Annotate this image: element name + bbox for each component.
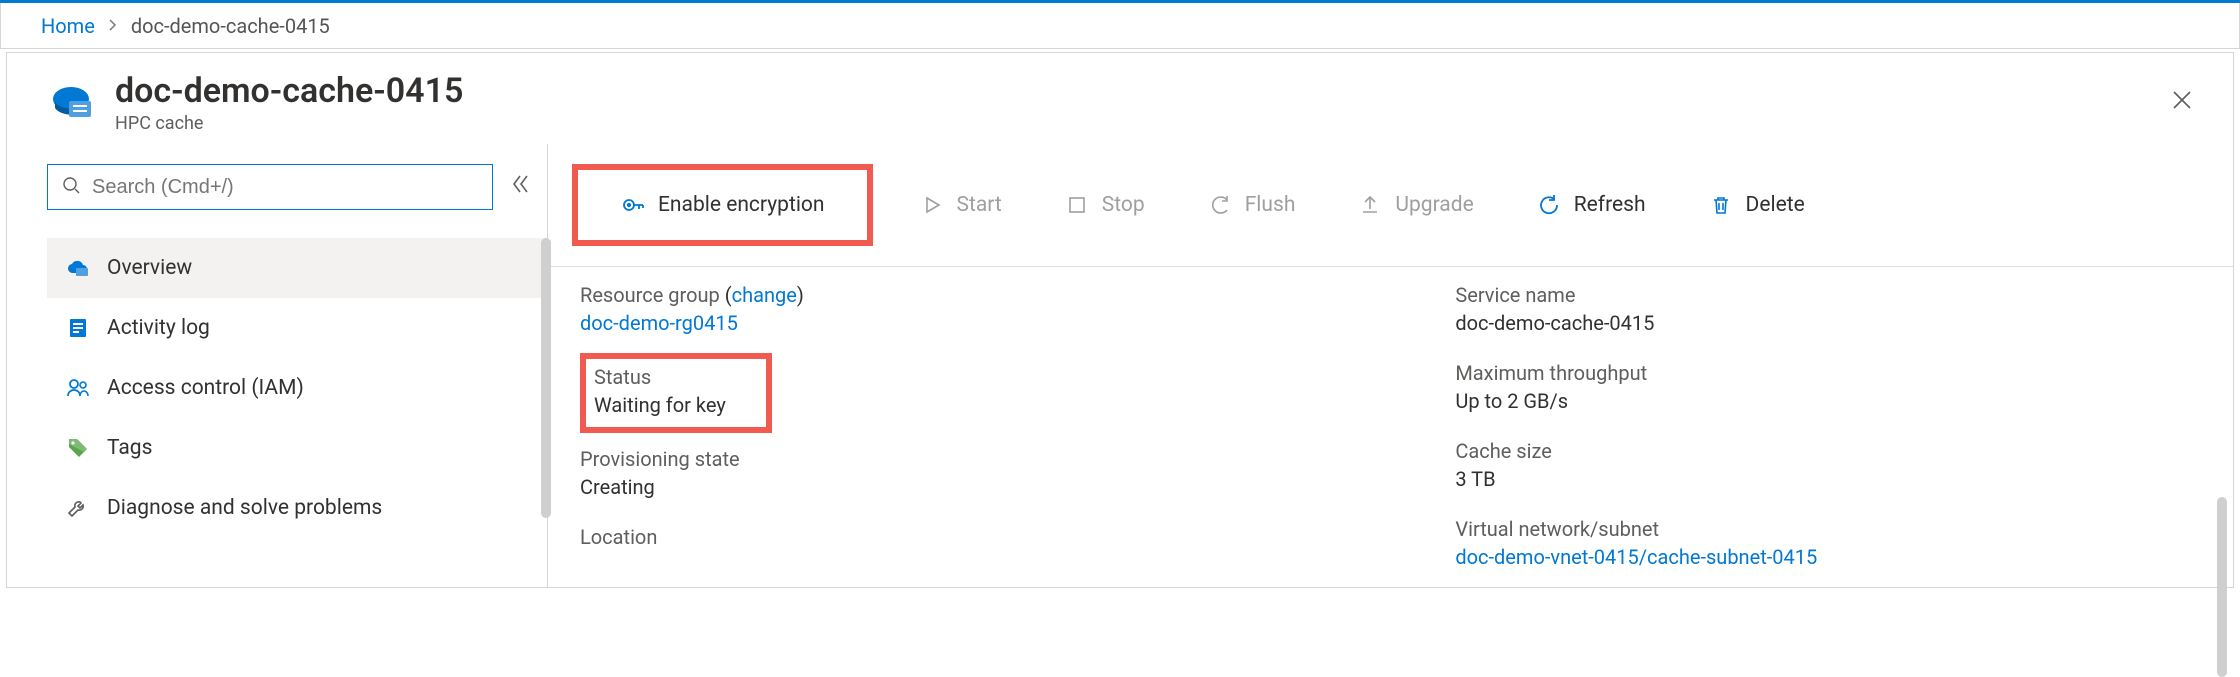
sidebar-search-input[interactable] [92,176,478,199]
page-title: doc-demo-cache-0415 [115,71,463,111]
sidebar-nav: Overview Activity log Access control (IA… [47,238,547,538]
panel-header: doc-demo-cache-0415 HPC cache [7,53,2233,144]
value-max-throughput: Up to 2 GB/s [1455,389,2201,413]
log-icon [65,315,91,341]
resource-panel: doc-demo-cache-0415 HPC cache [6,52,2234,588]
toolbar-label: Enable encryption [658,193,825,217]
toolbar-label: Flush [1245,193,1296,217]
breadcrumb-home[interactable]: Home [41,14,95,38]
content-area: Enable encryption Start Stop [547,144,2233,587]
sidebar-item-overview[interactable]: Overview [47,238,547,298]
stop-button[interactable]: Stop [1048,184,1161,226]
tag-icon [65,435,91,461]
refresh-button[interactable]: Refresh [1520,184,1662,226]
content-scrollbar[interactable] [2217,497,2227,677]
flush-button[interactable]: Flush [1191,184,1312,226]
sidebar-item-label: Tags [107,436,152,460]
value-resource-group[interactable]: doc-demo-rg0415 [580,311,738,335]
upgrade-button[interactable]: Upgrade [1341,184,1489,226]
search-icon [62,175,80,199]
flush-icon [1207,192,1233,218]
breadcrumb-current: doc-demo-cache-0415 [131,14,330,38]
kv-max-throughput: Maximum throughput Up to 2 GB/s [1455,353,2201,425]
close-button[interactable] [2161,82,2203,124]
enable-encryption-button[interactable]: Enable encryption [604,184,841,226]
start-button[interactable]: Start [903,184,1018,226]
kv-vnet: Virtual network/subnet doc-demo-vnet-041… [1455,509,2201,581]
kv-status-highlight: Status Waiting for key [580,353,772,433]
play-icon [919,192,945,218]
label-vnet: Virtual network/subnet [1455,517,2201,541]
cloud-icon [65,255,91,281]
kv-cache-size: Cache size 3 TB [1455,431,2201,503]
label-provisioning: Provisioning state [580,447,1326,471]
page-subtitle: HPC cache [115,113,463,134]
label-max-throughput: Maximum throughput [1455,361,2201,385]
people-icon [65,375,91,401]
toolbar-label: Stop [1102,193,1145,217]
hpc-cache-icon [49,79,97,127]
toolbar-label: Start [957,193,1002,217]
stop-icon [1064,192,1090,218]
details-grid: Resource group (change) doc-demo-rg0415 … [548,267,2233,581]
label-cache-size: Cache size [1455,439,2201,463]
label-service-name: Service name [1455,283,2201,307]
value-vnet[interactable]: doc-demo-vnet-0415/cache-subnet-0415 [1455,545,1817,569]
kv-location: Location [580,517,1326,561]
toolbar-label: Upgrade [1395,193,1473,217]
kv-resource-group: Resource group (change) doc-demo-rg0415 [580,275,1326,347]
delete-button[interactable]: Delete [1692,184,1821,226]
value-service-name: doc-demo-cache-0415 [1455,311,2201,335]
sidebar-item-access-control[interactable]: Access control (IAM) [47,358,547,418]
collapse-sidebar-button[interactable] [509,173,531,201]
sidebar-item-label: Access control (IAM) [107,376,304,400]
wrench-icon [65,495,91,521]
breadcrumb: Home doc-demo-cache-0415 [0,3,2240,49]
label-status: Status [594,365,726,389]
chevron-right-icon [107,16,119,35]
value-provisioning: Creating [580,475,1326,499]
sidebar-item-diagnose[interactable]: Diagnose and solve problems [47,478,547,538]
sidebar-item-label: Overview [107,256,192,280]
sidebar: Overview Activity log Access control (IA… [7,144,547,587]
key-icon [620,192,646,218]
kv-provisioning: Provisioning state Creating [580,439,1326,511]
label-resource-group: Resource group [580,283,720,307]
sidebar-item-tags[interactable]: Tags [47,418,547,478]
sidebar-item-label: Activity log [107,316,210,340]
enable-encryption-highlight: Enable encryption [572,164,873,246]
upgrade-icon [1357,192,1383,218]
toolbar: Enable encryption Start Stop [548,144,2233,267]
sidebar-search[interactable] [47,164,493,210]
change-resource-group-link[interactable]: change [732,283,797,307]
toolbar-label: Delete [1746,193,1805,217]
toolbar-label: Refresh [1574,193,1646,217]
value-status: Waiting for key [594,393,726,417]
details-col-right: Service name doc-demo-cache-0415 Maximum… [1455,275,2201,581]
details-col-left: Resource group (change) doc-demo-rg0415 … [580,275,1326,581]
kv-service-name: Service name doc-demo-cache-0415 [1455,275,2201,347]
refresh-icon [1536,192,1562,218]
sidebar-item-activity-log[interactable]: Activity log [47,298,547,358]
value-cache-size: 3 TB [1455,467,2201,491]
sidebar-item-label: Diagnose and solve problems [107,496,382,520]
label-location: Location [580,525,1326,549]
trash-icon [1708,192,1734,218]
